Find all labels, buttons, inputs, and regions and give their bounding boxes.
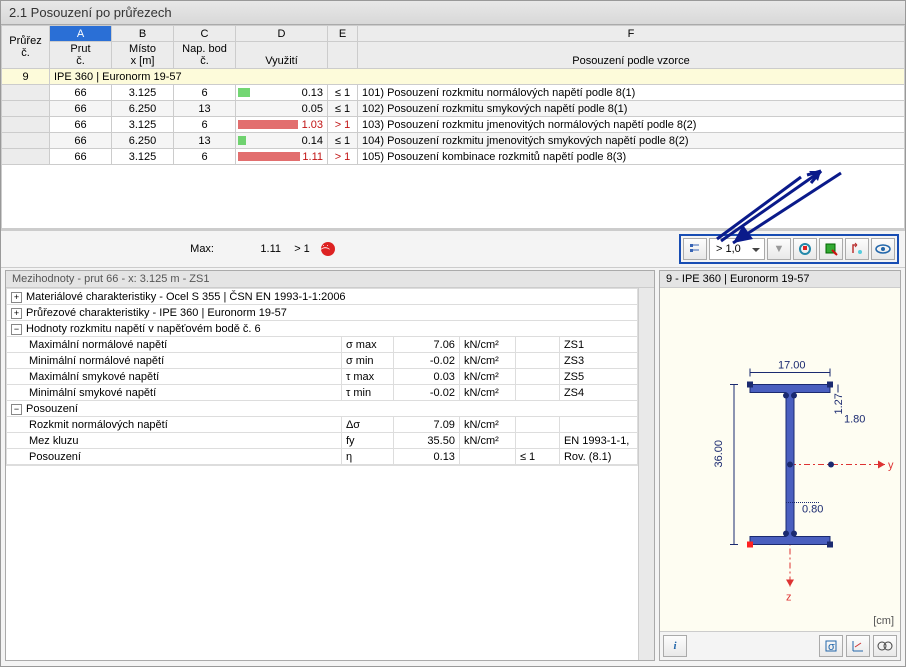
details-panel: Mezihodnoty - prut 66 - x: 3.125 m - ZS1…: [5, 270, 655, 661]
col-header-d: Využití: [236, 42, 328, 69]
results-table: Průřezč. A B C D E F Prutč. Místox [m] N…: [1, 25, 905, 230]
value-row: Maximální normálové napětíσ max7.06kN/cm…: [7, 337, 638, 353]
filter-button[interactable]: ▼: [767, 238, 791, 260]
window-title: 2.1 Posouzení po průřezech: [1, 1, 905, 25]
svg-text:z: z: [786, 592, 792, 604]
select-member-button[interactable]: [819, 238, 843, 260]
info-button[interactable]: i: [663, 635, 687, 657]
tree-row[interactable]: +Průřezové charakteristiky - IPE 360 | E…: [7, 305, 638, 321]
jump-button[interactable]: [845, 238, 869, 260]
max-value: 1.11: [222, 243, 287, 255]
value-row: Mez kluzufy35.50kN/cm²EN 1993-1-1,: [7, 433, 638, 449]
filter-select[interactable]: > 1,0: [709, 238, 765, 260]
col-letter-d[interactable]: D: [236, 26, 328, 42]
dimensions-button[interactable]: [846, 635, 870, 657]
print-button[interactable]: [873, 635, 897, 657]
details-title: Mezihodnoty - prut 66 - x: 3.125 m - ZS1: [6, 271, 654, 288]
toolbar: > 1,0 ▼: [679, 234, 899, 264]
svg-text:17.00: 17.00: [778, 360, 806, 372]
unit-label: [cm]: [873, 615, 894, 627]
col-letter-b[interactable]: B: [112, 26, 174, 42]
tree-row[interactable]: +Materiálové charakteristiky - Ocel S 35…: [7, 289, 638, 305]
stress-points-button[interactable]: σ: [819, 635, 843, 657]
group-row[interactable]: 9 IPE 360 | Euronorm 19-57: [2, 69, 905, 85]
cross-section-panel: 9 - IPE 360 | Euronorm 19-57 y z: [659, 270, 901, 661]
value-row: Posouzeníη0.13≤ 1Rov. (8.1): [7, 449, 638, 465]
svg-text:0.80: 0.80: [802, 504, 823, 516]
warning-icon: [321, 242, 335, 256]
tree-toggle[interactable]: +: [11, 292, 22, 303]
scrollbar[interactable]: [638, 288, 654, 660]
cross-section-title: 9 - IPE 360 | Euronorm 19-57: [660, 271, 900, 288]
value-row: Maximální smykové napětíτ max0.03kN/cm²Z…: [7, 369, 638, 385]
summary-bar: Max: 1.11 > 1 > 1,0 ▼: [1, 230, 905, 268]
tree-row[interactable]: −Hodnoty rozkmitu napětí v napěťovém bod…: [7, 321, 638, 337]
col-header-f: Posouzení podle vzorce: [358, 42, 905, 69]
table-row[interactable]: 666.250130.05≤ 1102) Posouzení rozkmitu …: [2, 101, 905, 117]
col-letter-e[interactable]: E: [328, 26, 358, 42]
svg-text:y: y: [888, 460, 894, 472]
table-row[interactable]: 663.12561.03> 1103) Posouzení rozkmitu j…: [2, 117, 905, 133]
table-row[interactable]: 663.12560.13≤ 1101) Posouzení rozkmitu n…: [2, 85, 905, 101]
value-row: Minimální smykové napětíτ min-0.02kN/cm²…: [7, 385, 638, 401]
tree-row[interactable]: −Posouzení: [7, 401, 638, 417]
col-header-row: Průřezč.: [2, 26, 50, 69]
display-options-button[interactable]: [793, 238, 817, 260]
tree-toggle[interactable]: −: [11, 324, 22, 335]
value-row: Rozkmit normálových napětíΔσ7.09kN/cm²: [7, 417, 638, 433]
table-row[interactable]: 663.12561.11> 1105) Posouzení kombinace …: [2, 149, 905, 165]
svg-text:σ: σ: [828, 641, 835, 653]
col-header-c: Nap. bodč.: [174, 42, 236, 69]
col-letter-c[interactable]: C: [174, 26, 236, 42]
col-header-b: Místox [m]: [112, 42, 174, 69]
value-row: Minimální normálové napětíσ min-0.02kN/c…: [7, 353, 638, 369]
max-relation: > 1: [287, 243, 317, 255]
max-label: Max:: [7, 243, 222, 255]
col-header-e: [328, 42, 358, 69]
table-empty-area: [1, 165, 905, 229]
col-letter-f[interactable]: F: [358, 26, 905, 42]
cross-section-view[interactable]: y z: [660, 288, 900, 631]
tree-view-button[interactable]: [683, 238, 707, 260]
cross-section-toolbar: i σ: [660, 631, 900, 660]
svg-text:1.80: 1.80: [844, 414, 865, 426]
svg-text:36.00: 36.00: [713, 440, 725, 468]
svg-text:1.27: 1.27: [833, 393, 845, 414]
col-header-a: Prutč.: [50, 42, 112, 69]
col-letter-a[interactable]: A: [50, 26, 112, 42]
view-mode-button[interactable]: [871, 238, 895, 260]
tree-toggle[interactable]: −: [11, 404, 22, 415]
tree-toggle[interactable]: +: [11, 308, 22, 319]
table-row[interactable]: 666.250130.14≤ 1104) Posouzení rozkmitu …: [2, 133, 905, 149]
